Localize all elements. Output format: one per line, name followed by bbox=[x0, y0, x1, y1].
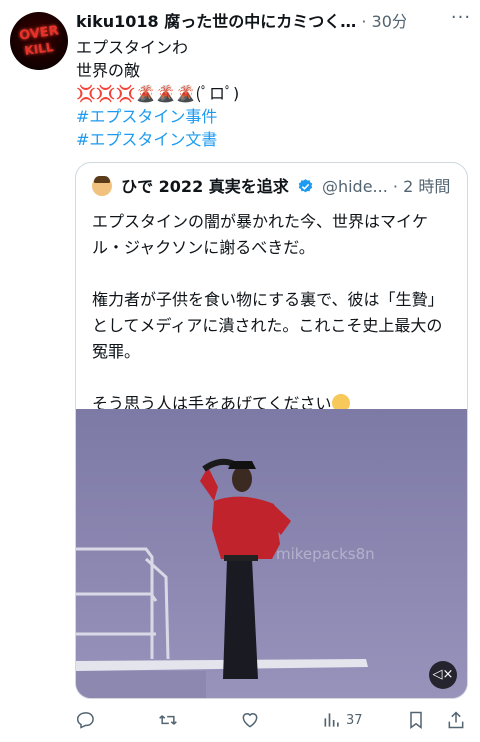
post-line-1: エプスタインわ bbox=[76, 38, 189, 57]
post-line-2: 世界の敵 bbox=[76, 61, 141, 80]
share-button[interactable] bbox=[446, 708, 466, 732]
quoted-paragraph-2: 権力者が子供を食い物にする裏で、彼は「生贄」としてメディアに潰された。これこそ史… bbox=[92, 290, 444, 361]
quoted-author-avatar[interactable] bbox=[92, 176, 112, 196]
share-icon bbox=[448, 711, 464, 729]
like-button[interactable] bbox=[240, 708, 260, 732]
kaomoji: (ﾟロﾟ) bbox=[195, 84, 240, 103]
quoted-post-header: ひで 2022 真実を追求 @hide... · 2 時間 bbox=[92, 175, 462, 199]
more-icon[interactable]: ··· bbox=[446, 8, 476, 32]
post-emoji-line: 💢💢💢🌋🌋🌋(ﾟロﾟ) bbox=[76, 82, 466, 105]
hashtag-epstein-files[interactable]: #エプスタイン文書 bbox=[76, 128, 466, 151]
quoted-author-name[interactable]: ひで 2022 真実を追求 bbox=[121, 177, 289, 196]
reply-button[interactable] bbox=[76, 708, 96, 732]
post-header: kiku1018 腐った世の中にカミつく… · 30分 bbox=[76, 10, 406, 34]
like-icon bbox=[242, 713, 258, 728]
retweet-icon bbox=[159, 715, 177, 725]
reply-icon bbox=[76, 712, 94, 729]
bookmark-button[interactable] bbox=[406, 708, 426, 732]
views-button[interactable]: 37 bbox=[322, 708, 363, 732]
bookmark-icon bbox=[410, 711, 422, 729]
quoted-post-time[interactable]: 2 時間 bbox=[403, 177, 450, 196]
video-frame: mikepacks8n bbox=[76, 409, 467, 698]
author-avatar[interactable]: OVER KILL bbox=[10, 12, 68, 70]
post-separator: · bbox=[361, 12, 367, 31]
mute-icon[interactable]: ◁× bbox=[429, 661, 457, 689]
quoted-post[interactable]: ひで 2022 真実を追求 @hide... · 2 時間 エプスタインの闇が暴… bbox=[75, 162, 468, 699]
views-icon bbox=[324, 713, 339, 727]
quoted-author-handle[interactable]: @hide... bbox=[322, 177, 388, 196]
views-count: 37 bbox=[346, 712, 363, 728]
quoted-paragraph-1: エプスタインの闇が暴かれた今、世界はマイケル・ジャクソンに謝るべきだ。 bbox=[92, 212, 429, 257]
video-watermark: mikepacks8n bbox=[276, 545, 375, 563]
hashtag-epstein-case[interactable]: #エプスタイン事件 bbox=[76, 105, 466, 128]
action-bar: 37 bbox=[76, 708, 466, 734]
quoted-video[interactable]: mikepacks8n ◁× bbox=[76, 409, 467, 698]
anger-emoji: 💢💢💢 bbox=[76, 84, 136, 103]
retweet-button[interactable] bbox=[158, 708, 178, 732]
author-name[interactable]: kiku1018 腐った世の中にカミつく… bbox=[76, 12, 356, 31]
quoted-post-text: エプスタインの闇が暴かれた今、世界はマイケル・ジャクソンに謝るべきだ。 権力者が… bbox=[92, 209, 457, 443]
post-text: エプスタインわ 世界の敵 💢💢💢🌋🌋🌋(ﾟロﾟ) #エプスタイン事件 #エプスタ… bbox=[76, 36, 466, 151]
post-time[interactable]: 30分 bbox=[372, 12, 406, 31]
verified-badge-icon bbox=[298, 179, 313, 193]
quoted-separator: · bbox=[392, 177, 398, 196]
volcano-emoji: 🌋🌋🌋 bbox=[135, 84, 196, 103]
